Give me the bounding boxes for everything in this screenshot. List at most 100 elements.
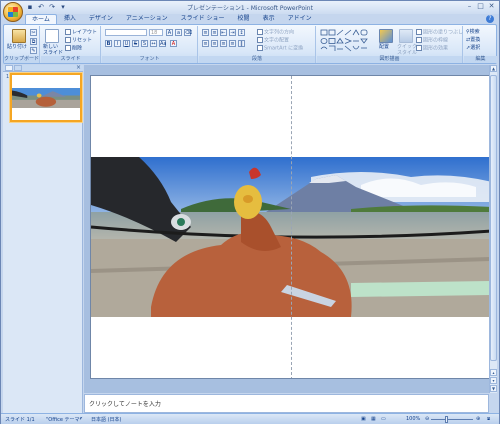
shape-effects-label: 図形の効果	[423, 45, 449, 52]
next-slide-icon[interactable]: ▾	[490, 377, 497, 384]
new-slide-icon[interactable]	[45, 29, 59, 43]
find-button[interactable]: ⚲検索	[466, 29, 480, 35]
shapes-gallery[interactable]	[320, 29, 374, 53]
tab-view[interactable]: 表示	[257, 14, 281, 24]
copy-icon[interactable]: ⧉	[30, 38, 37, 45]
office-button[interactable]	[3, 2, 23, 22]
window-title: プレゼンテーション1 - Microsoft PowerPoint	[187, 5, 313, 12]
font-name-combo[interactable]	[105, 29, 147, 36]
strikethrough-icon[interactable]: S	[132, 40, 139, 47]
reset-button[interactable]: リセット	[65, 37, 92, 44]
close-icon[interactable]: ✕	[487, 2, 496, 11]
group-clipboard: 貼り付け ✂ ⧉ ✎ クリップボード	[4, 26, 40, 63]
scroll-down-icon[interactable]: ▼	[490, 385, 497, 392]
arrange-button[interactable]: 配置	[379, 44, 389, 50]
normal-view-icon[interactable]: ▣	[361, 416, 366, 422]
align-left-icon[interactable]: ≡	[202, 40, 209, 47]
shape-fill-button[interactable]: 図形の塗りつぶし	[416, 29, 463, 36]
cut-icon[interactable]: ✂	[30, 29, 37, 36]
quick-styles-button[interactable]: クイック スタイル	[397, 44, 417, 56]
group-label-font: フォント	[102, 56, 197, 63]
notes-placeholder[interactable]: クリックしてノートを入力	[89, 399, 161, 408]
tab-slide-show[interactable]: スライド ショー	[175, 14, 231, 24]
arrange-icon[interactable]	[379, 29, 393, 43]
slide-thumbnail[interactable]	[10, 73, 82, 122]
bullets-icon[interactable]: ≡	[202, 29, 209, 36]
zoom-in-icon[interactable]: ⊕	[476, 416, 480, 422]
bold-icon[interactable]: B	[105, 40, 112, 47]
numbering-icon[interactable]: ≡	[211, 29, 218, 36]
clear-format-icon[interactable]: ⌫	[184, 29, 192, 36]
status-language[interactable]: 日本語 (日本)	[91, 416, 122, 423]
scroll-thumb[interactable]	[490, 75, 497, 361]
underline-icon[interactable]: U	[123, 40, 130, 47]
font-color-icon[interactable]: A	[170, 40, 177, 47]
change-case-icon[interactable]: Aa	[159, 40, 166, 47]
italic-icon[interactable]: I	[114, 40, 121, 47]
align-right-icon[interactable]: ≡	[220, 40, 227, 47]
save-icon[interactable]: ▪	[26, 3, 34, 11]
window-controls: – □ ✕	[465, 2, 496, 11]
align-center-icon[interactable]: ≡	[211, 40, 218, 47]
slide-canvas[interactable]	[90, 75, 491, 379]
undo-icon[interactable]: ↶	[37, 3, 45, 11]
select-label: 選択	[470, 45, 481, 51]
maximize-icon[interactable]: □	[476, 2, 485, 11]
tab-addins[interactable]: アドイン	[282, 14, 318, 24]
shadow-icon[interactable]: S	[141, 40, 148, 47]
line-spacing-icon[interactable]: ↕	[238, 29, 245, 36]
delete-slide-button[interactable]: 削除	[65, 45, 82, 52]
smartart-button[interactable]: SmartArt に変換	[257, 45, 303, 52]
customize-qat-icon[interactable]: ▾	[59, 3, 67, 11]
slides-pane: × 1	[3, 64, 83, 413]
help-icon[interactable]: ?	[486, 15, 494, 23]
minimize-icon[interactable]: –	[465, 2, 474, 11]
outline-tab-icon[interactable]	[14, 65, 22, 71]
decrease-indent-icon[interactable]: ⇤	[220, 29, 227, 36]
shape-effects-button[interactable]: 図形の効果	[416, 45, 448, 52]
select-button[interactable]: ➚選択	[466, 45, 480, 51]
previous-slide-icon[interactable]: ▴	[490, 369, 497, 376]
group-drawing: 配置 クイック スタイル 図形の塗りつぶし 図形の枠線 図形の効果 図形描画	[317, 26, 463, 63]
zoom-out-icon[interactable]: ⊖	[425, 416, 429, 422]
shrink-font-icon[interactable]: a	[175, 29, 182, 36]
tab-animations[interactable]: アニメーション	[120, 14, 174, 24]
zoom-level[interactable]: 100%	[406, 416, 420, 422]
slide-sorter-icon[interactable]: ▦	[371, 416, 376, 422]
shape-outline-button[interactable]: 図形の枠線	[416, 37, 448, 44]
slideshow-icon[interactable]: ▭	[381, 416, 386, 422]
layout-button[interactable]: レイアウト	[65, 29, 97, 36]
format-painter-icon[interactable]: ✎	[30, 47, 37, 54]
justify-icon[interactable]: ≡	[229, 40, 236, 47]
spellcheck-icon[interactable]: ✓	[79, 416, 83, 422]
group-slides: 新しい スライド レイアウト リセット 削除 スライド	[41, 26, 101, 63]
increase-indent-icon[interactable]: ⇥	[229, 29, 236, 36]
zoom-slider-knob[interactable]	[445, 416, 448, 423]
pane-close-icon[interactable]: ×	[76, 64, 81, 71]
replace-button[interactable]: ⇄置換	[466, 37, 480, 43]
tab-home[interactable]: ホーム	[25, 14, 57, 24]
tab-design[interactable]: デザイン	[83, 14, 119, 24]
tab-insert[interactable]: 挿入	[58, 14, 82, 24]
font-size-combo[interactable]: 18	[149, 29, 163, 36]
spacing-icon[interactable]: ↔	[150, 40, 157, 47]
paste-button[interactable]: 貼り付け	[7, 44, 27, 50]
paste-icon[interactable]	[12, 29, 26, 43]
redo-icon[interactable]: ↷	[48, 3, 56, 11]
tab-review[interactable]: 校閲	[232, 14, 256, 24]
slide-number: 1	[6, 74, 10, 80]
slides-tab-icon[interactable]	[5, 65, 13, 71]
text-direction-label: 文字列の方向	[264, 29, 295, 36]
text-direction-button[interactable]: 文字列の方向	[257, 29, 294, 36]
slide-editing-area: ▲ ▴ ▾ ▼	[84, 65, 497, 393]
columns-icon[interactable]: ‖	[238, 40, 245, 47]
align-text-button[interactable]: 文字の配置	[257, 37, 289, 44]
zoom-slider[interactable]	[431, 419, 473, 420]
grow-font-icon[interactable]: A	[166, 29, 173, 36]
fit-to-window-icon[interactable]: ⧈	[487, 416, 490, 422]
notes-pane[interactable]: クリックしてノートを入力	[84, 394, 489, 413]
scroll-up-icon[interactable]: ▲	[490, 65, 497, 72]
quick-styles-icon[interactable]	[399, 29, 413, 43]
new-slide-button[interactable]: 新しい スライド	[43, 44, 63, 56]
vertical-scrollbar[interactable]: ▲ ▴ ▾ ▼	[489, 65, 497, 393]
